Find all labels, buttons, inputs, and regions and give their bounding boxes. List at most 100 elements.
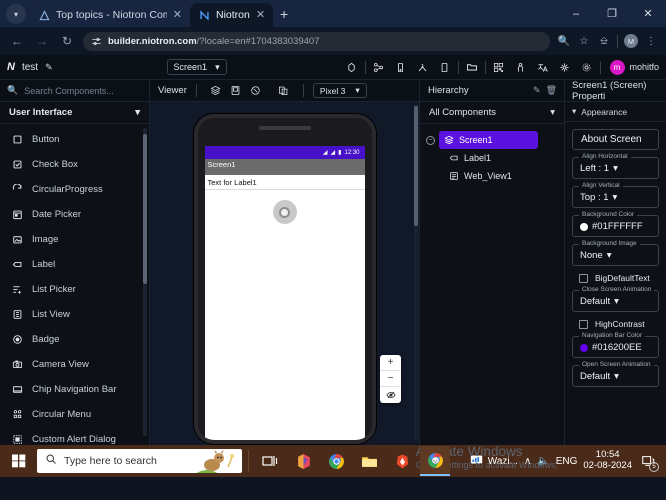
checkbox-icon[interactable] — [579, 319, 588, 329]
component-item-list-view[interactable]: List View — [0, 302, 149, 327]
phone-screen[interactable]: ◢ ◢ ▮ 12:30 Screen1 Text for Label1 — [204, 146, 365, 440]
component-item-label[interactable]: Label — [0, 252, 149, 277]
collapse-toggle-icon[interactable]: − — [426, 135, 435, 145]
site-settings-icon[interactable] — [90, 35, 102, 47]
bookmark-star-icon[interactable]: ☆ — [577, 34, 591, 48]
qr-code-icon[interactable] — [488, 58, 510, 77]
avatar[interactable]: M — [624, 34, 638, 48]
tablet-icon[interactable] — [434, 58, 456, 77]
chevron-down-icon: ▾ — [612, 192, 618, 203]
browser-omnibar: ← → ↻ builder.niotron.com/?locale=en#170… — [0, 27, 666, 55]
component-item-chip-navigation-bar[interactable]: Chip Navigation Bar — [0, 377, 149, 402]
maximize-button[interactable]: ❐ — [594, 0, 630, 27]
pencil-icon[interactable]: ✎ — [533, 85, 541, 96]
reload-icon[interactable]: ↻ — [58, 32, 76, 50]
chrome-icon[interactable] — [321, 446, 351, 476]
side-panel-icon[interactable]: ⎒ — [597, 34, 611, 48]
component-item-circular-menu[interactable]: Circular Menu — [0, 402, 149, 427]
close-window-button[interactable]: ✕ — [630, 0, 666, 27]
task-view-icon[interactable] — [255, 446, 285, 476]
about-screen-button[interactable]: About Screen — [572, 129, 659, 150]
browser-tab-0[interactable]: Top topics - Niotron Communit ✕ — [30, 3, 190, 27]
user-chip[interactable]: m mohitfo — [609, 59, 659, 75]
windows-start-icon[interactable] — [4, 446, 34, 476]
extensions-icon[interactable] — [554, 58, 576, 77]
build-tools-icon[interactable] — [412, 58, 434, 77]
component-item-button[interactable]: Button — [0, 127, 149, 152]
component-list[interactable]: Button Check Box CircularProgress Date P… — [0, 124, 149, 445]
screen-selector[interactable]: Screen1 ▾ — [166, 59, 227, 75]
notification-center-icon[interactable]: 5 — [638, 451, 659, 472]
sidebar-scrollbar-thumb[interactable] — [143, 134, 147, 284]
properties-section-appearance[interactable]: ▾ Appearance — [565, 102, 666, 122]
back-icon[interactable]: ← — [8, 32, 26, 50]
browser-menu-icon[interactable]: ⋮ — [644, 34, 658, 48]
mobile-preview-icon[interactable] — [226, 82, 246, 100]
tree-node-screen1[interactable]: Screen1 — [439, 131, 538, 149]
taskbar-search-input[interactable]: Type here to search — [37, 449, 242, 473]
component-search-box[interactable]: 🔍 Search Components... — [0, 80, 150, 101]
component-item-custom-alert-dialog[interactable]: Custom Alert Dialog — [0, 427, 149, 445]
checkbox-icon[interactable] — [579, 273, 588, 283]
checkbox-highcontrast[interactable]: HighContrast i — [572, 319, 659, 329]
pencil-icon[interactable]: ✎ — [45, 62, 53, 73]
browser-tab-1[interactable]: Niotron ✕ — [190, 3, 274, 27]
checkbox-bigdefaulttext[interactable]: BigDefaultText i — [572, 273, 659, 283]
translate-icon[interactable] — [532, 58, 554, 77]
tree-node-web-view1[interactable]: Web_View1 — [426, 167, 564, 185]
field-navigation-bar-color[interactable]: Navigation Bar Color #016200EE — [572, 332, 659, 358]
app-settings-icon[interactable] — [341, 58, 363, 77]
field-background-color[interactable]: Background Color #01FFFFFF — [572, 211, 659, 237]
tree-node-label1[interactable]: Label1 — [426, 149, 564, 167]
forward-icon[interactable]: → — [33, 32, 51, 50]
eye-off-icon[interactable] — [380, 387, 401, 403]
field-align-horizontal[interactable]: Align Horizontal Left : 1 ▾ — [572, 153, 659, 179]
search-icon[interactable]: 🔍 — [557, 34, 571, 48]
component-item-date-picker[interactable]: Date Picker — [0, 202, 149, 227]
copy-screen-icon[interactable] — [274, 82, 294, 100]
close-icon[interactable]: ✕ — [173, 9, 182, 21]
preview-label1[interactable]: Text for Label1 — [204, 175, 365, 190]
taskbar-clock[interactable]: 10:54 02-08-2024 — [583, 449, 632, 472]
category-user-interface[interactable]: User Interface ▾ — [0, 102, 149, 124]
component-item-list-picker[interactable]: List Picker — [0, 277, 149, 302]
assets-person-icon[interactable] — [510, 58, 532, 77]
field-open-screen-animation[interactable]: Open Screen Animation Default ▾ — [572, 361, 659, 387]
field-background-image[interactable]: Background Image None ▾ — [572, 240, 659, 266]
minimize-button[interactable]: – — [558, 0, 594, 27]
hidden-components-icon[interactable] — [246, 82, 266, 100]
component-item-circularprogress[interactable]: CircularProgress — [0, 177, 149, 202]
component-item-badge[interactable]: Badge — [0, 327, 149, 352]
component-item-check-box[interactable]: Check Box — [0, 152, 149, 177]
blocks-icon[interactable] — [368, 58, 390, 77]
field-close-screen-animation[interactable]: Close Screen Animation Default ▾ — [572, 286, 659, 312]
tray-app-wazi[interactable]: Wazi... — [470, 453, 518, 469]
file-explorer-icon[interactable] — [354, 446, 384, 476]
tab-search-caret-icon[interactable]: ▾ — [6, 4, 26, 24]
brave-icon[interactable] — [387, 446, 417, 476]
chrome-active-icon[interactable]: M — [420, 446, 450, 476]
office-icon[interactable] — [288, 446, 318, 476]
language-indicator[interactable]: ENG — [556, 456, 578, 467]
field-align-vertical[interactable]: Align Vertical Top : 1 ▾ — [572, 182, 659, 208]
zoom-out-button[interactable]: − — [380, 371, 401, 387]
speaker-icon[interactable]: 🔈 — [537, 456, 549, 467]
chevron-up-icon[interactable]: ∧ — [524, 456, 531, 467]
component-item-camera-view[interactable]: Camera View — [0, 352, 149, 377]
new-tab-button[interactable]: + — [273, 3, 295, 25]
component-tree: − Screen1 Label1 Web_View1 — [420, 124, 564, 185]
zoom-in-button[interactable]: + — [380, 355, 401, 371]
phone-companion-icon[interactable] — [390, 58, 412, 77]
layers-icon[interactable] — [206, 82, 226, 100]
preview-webview1[interactable] — [204, 190, 365, 224]
trash-icon[interactable]: 🗑 — [546, 85, 557, 96]
close-icon[interactable]: ✕ — [256, 9, 265, 21]
folder-icon[interactable] — [461, 58, 483, 77]
address-bar[interactable]: builder.niotron.com/?locale=en#170438303… — [83, 31, 550, 51]
viewer-scrollbar-thumb[interactable] — [414, 106, 418, 226]
search-input[interactable]: Search Components... — [24, 86, 114, 96]
settings-gear-icon[interactable] — [576, 58, 598, 77]
component-item-image[interactable]: Image — [0, 227, 149, 252]
device-selector[interactable]: Pixel 3 ▾ — [312, 83, 367, 98]
hierarchy-filter[interactable]: All Components ▾ — [420, 102, 564, 124]
